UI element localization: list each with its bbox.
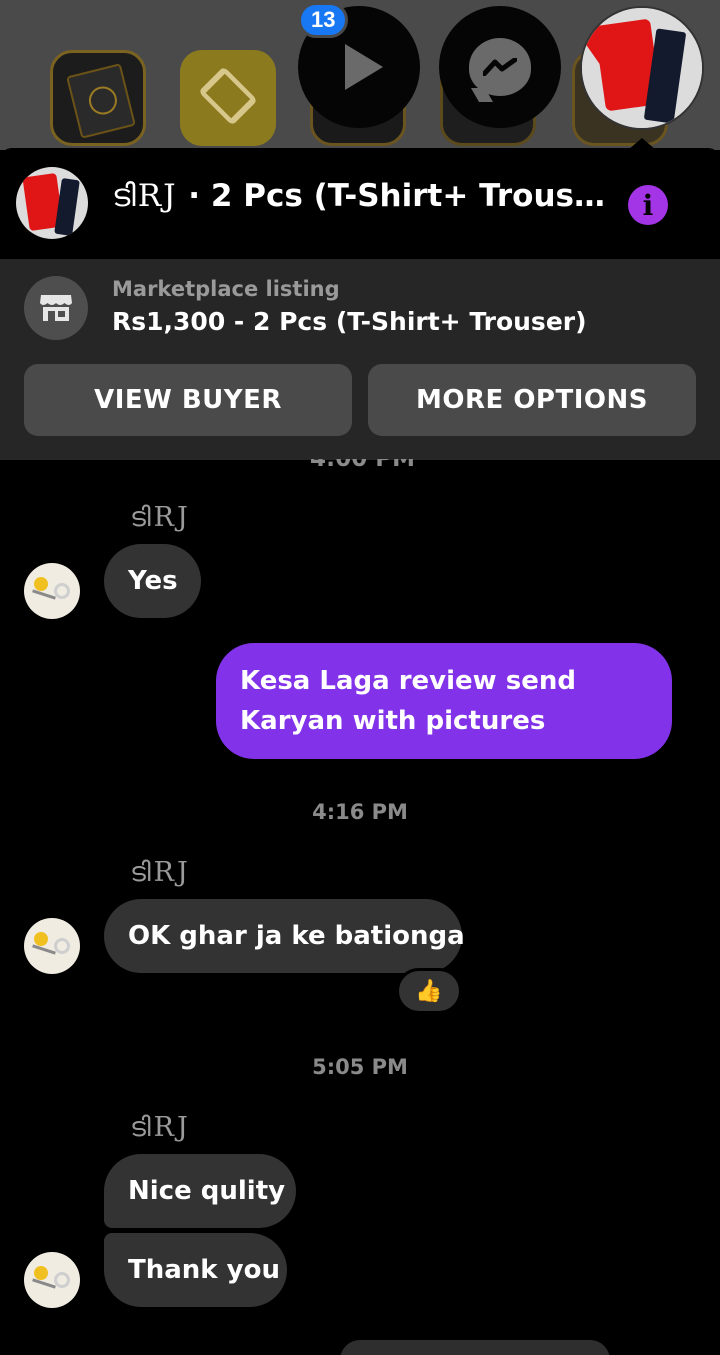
sender-name: ടിRJ	[130, 857, 191, 888]
title-separator: ·	[177, 178, 211, 214]
listing-title: 2 Pcs (T-Shirt+ Trouser)	[210, 178, 612, 214]
product-thumbnail	[582, 8, 702, 128]
messenger-chathead[interactable]	[439, 6, 561, 128]
listing-label: Marketplace listing	[112, 277, 340, 301]
play-icon	[345, 44, 383, 90]
timestamp: 4:16 PM	[312, 800, 408, 824]
marketplace-banner: Marketplace listing Rs1,300 - 2 Pcs (T-S…	[0, 259, 720, 460]
info-button[interactable]: i	[628, 185, 668, 225]
sender-name: ടിRJ	[130, 1112, 191, 1143]
listing-item: 2 Pcs (T-Shirt+ Trouser)	[253, 307, 587, 336]
contact-chathead[interactable]	[580, 6, 704, 130]
listing-price: Rs1,300	[112, 307, 226, 336]
notification-badge: 13	[298, 2, 349, 38]
listing-avatar[interactable]	[16, 167, 88, 239]
quran-app-icon[interactable]	[50, 50, 146, 146]
message-bubble-outgoing[interactable]: Kesa Laga review send Karyan with pictur…	[216, 643, 672, 759]
timestamp: 5:05 PM	[312, 1055, 408, 1079]
sender-avatar[interactable]	[24, 1252, 80, 1308]
sender-name: ടിRJ	[130, 502, 191, 533]
conversation-title[interactable]: ടിRJ · 2 Pcs (T-Shirt+ Trouser)	[112, 178, 612, 215]
message-bubble-incoming[interactable]: Yes	[104, 544, 201, 618]
message-bubble-incoming[interactable]: OK ghar ja ke bationga	[104, 899, 465, 973]
conversation-header: ടിRJ · 2 Pcs (T-Shirt+ Trouser) i	[0, 148, 720, 259]
sender-avatar[interactable]	[24, 563, 80, 619]
message-bubble-incoming[interactable]: Nice qulity	[104, 1154, 296, 1228]
message-bubble-incoming[interactable]: Thank you	[104, 1233, 287, 1307]
contact-name: ടിRJ	[112, 178, 178, 214]
more-options-button[interactable]: MORE OPTIONS	[368, 364, 696, 436]
product-thumbnail	[16, 167, 88, 239]
storefront-icon	[24, 276, 88, 340]
info-icon: i	[642, 188, 654, 222]
gem-app-icon[interactable]	[180, 50, 276, 146]
thumbs-up-reaction[interactable]: 👍	[396, 968, 462, 1014]
listing-dash: -	[225, 307, 254, 336]
partial-message-bubble[interactable]	[340, 1340, 610, 1355]
listing-summary[interactable]: Rs1,300 - 2 Pcs (T-Shirt+ Trouser)	[112, 307, 587, 336]
view-buyer-button[interactable]: VIEW BUYER	[24, 364, 352, 436]
sender-avatar[interactable]	[24, 918, 80, 974]
messenger-icon	[469, 38, 531, 96]
